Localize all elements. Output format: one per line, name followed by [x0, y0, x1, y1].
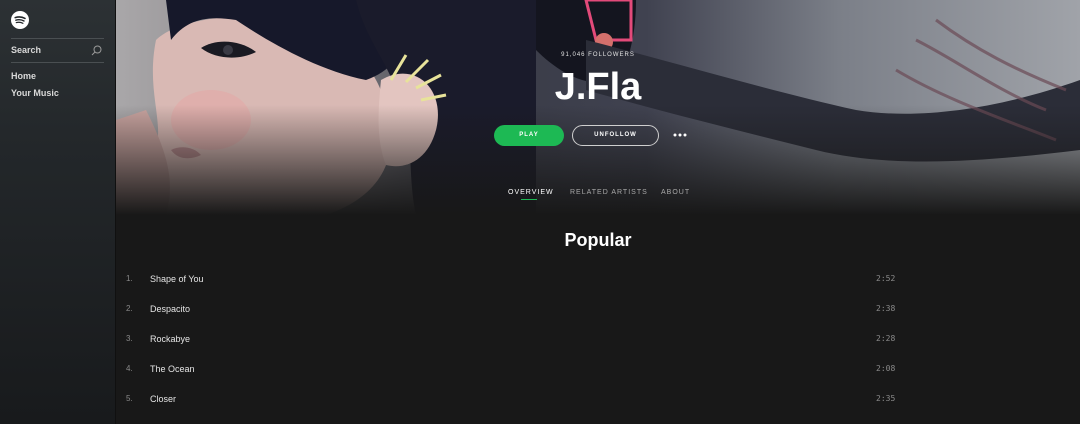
track-title[interactable]: The Ocean [150, 364, 195, 374]
track-duration: 2:52 [876, 274, 896, 283]
track-row[interactable]: 4. The Ocean 2:08 [116, 354, 1080, 384]
track-duration: 2:08 [876, 364, 896, 373]
sidebar-item-your-music[interactable]: Your Music [11, 88, 59, 98]
sidebar: Search Home Your Music [0, 0, 116, 424]
unfollow-button[interactable]: UNFOLLOW [572, 125, 659, 146]
spotify-logo-icon[interactable] [11, 11, 29, 29]
artist-name: J.Fla [554, 66, 642, 108]
track-title[interactable]: Shape of You [150, 274, 204, 284]
tab-overview[interactable]: OVERVIEW [508, 189, 554, 196]
more-options-icon[interactable] [673, 132, 687, 138]
header-gradient [116, 105, 1080, 215]
play-button[interactable]: PLAY [494, 125, 564, 146]
track-number: 2. [126, 304, 133, 313]
follower-count: 91,046 FOLLOWERS [561, 52, 635, 58]
search-icon[interactable] [91, 45, 102, 56]
track-duration: 2:35 [876, 394, 896, 403]
search-label: Search [11, 45, 42, 55]
track-number: 1. [126, 274, 133, 283]
track-title[interactable]: Rockabye [150, 334, 190, 344]
section-title: Popular [564, 230, 632, 250]
search-input[interactable]: Search [11, 38, 104, 63]
sidebar-item-home[interactable]: Home [11, 71, 36, 81]
track-title[interactable]: Despacito [150, 304, 190, 314]
tab-about[interactable]: ABOUT [661, 189, 690, 196]
track-title[interactable]: Closer [150, 394, 176, 404]
track-row[interactable]: 3. Rockabye 2:28 [116, 324, 1080, 354]
tab-related-artists[interactable]: RELATED ARTISTS [570, 189, 648, 196]
track-row[interactable]: 5. Closer 2:35 [116, 384, 1080, 414]
track-duration: 2:28 [876, 334, 896, 343]
track-number: 4. [126, 364, 133, 373]
track-row[interactable]: 1. Shape of You 2:52 [116, 264, 1080, 294]
track-number: 5. [126, 394, 133, 403]
track-row[interactable]: 2. Despacito 2:38 [116, 294, 1080, 324]
active-tab-indicator [521, 199, 537, 200]
track-number: 3. [126, 334, 133, 343]
artist-header: 91,046 FOLLOWERS J.Fla PLAY UNFOLLOW OVE… [116, 0, 1080, 215]
track-duration: 2:38 [876, 304, 896, 313]
